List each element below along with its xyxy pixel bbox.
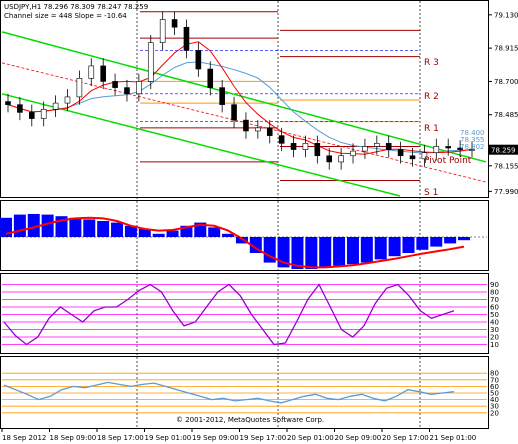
stochastic-panel[interactable]: [0, 273, 489, 354]
histogram-bar: [83, 219, 96, 237]
candle-body: [385, 143, 392, 150]
candle-body: [159, 19, 166, 44]
price-tick-label: 78.915: [494, 45, 518, 53]
histogram-bar: [97, 221, 110, 237]
histogram-bar: [388, 237, 401, 257]
candle-body: [112, 81, 118, 88]
histogram-bar: [360, 237, 373, 263]
stochastic-tick-label: 10: [490, 341, 499, 349]
candle-body: [362, 146, 368, 152]
pivot-label: Pivot Point: [424, 156, 472, 166]
candle-body: [183, 26, 190, 51]
histogram-bar: [166, 230, 179, 237]
price-tick-label: 78.700: [494, 78, 518, 86]
time-tick-label: 19 Sep 17:00: [240, 434, 287, 442]
histogram-bar: [69, 217, 82, 237]
candle-body: [314, 143, 321, 157]
histogram-bar: [458, 237, 470, 241]
time-tick-label: 19 Sep 09:00: [192, 434, 239, 442]
candle-body: [326, 155, 333, 163]
time-tick-label: 18 Sep 2012: [2, 434, 46, 442]
time-tick-label: 18 Sep 17:00: [97, 434, 144, 442]
price-tick-label: 78.485: [494, 111, 518, 119]
histogram-bar: [374, 237, 387, 260]
candle-body: [64, 96, 71, 104]
histogram-bar: [346, 237, 359, 265]
candle-body: [409, 155, 416, 160]
candle-body: [266, 127, 273, 136]
chart-canvas[interactable]: R 3R 2R 1Pivot PointS 178.40078.35578.30…: [0, 0, 518, 444]
candle-body: [231, 104, 237, 121]
price-tick-label: 77.990: [494, 188, 518, 196]
copyright-text: © 2001-2012, MetaQuotes Software Corp.: [176, 416, 324, 424]
histogram-bar: [208, 227, 221, 237]
candle-body: [290, 143, 297, 150]
rsi-tick-label: 20: [490, 409, 499, 417]
candle-body: [350, 150, 356, 157]
candle-body: [219, 87, 225, 105]
pivot-label: R 2: [424, 92, 439, 102]
current-price-label: 78.259: [491, 147, 516, 155]
symbol-header: USDJPY,H1 78.296 78.309 78.247 78.259: [4, 3, 148, 11]
histogram-bar: [152, 233, 165, 237]
candle-body: [52, 102, 59, 110]
candle-body: [255, 127, 261, 132]
candle-body: [40, 108, 47, 119]
pivot-label: R 3: [424, 58, 439, 68]
candle-body: [445, 146, 452, 149]
candle-body: [243, 119, 249, 132]
candle-body: [147, 42, 154, 82]
candle-body: [433, 146, 440, 153]
histogram-bar: [319, 237, 332, 268]
candle-body: [302, 143, 309, 150]
histogram-bar: [402, 237, 415, 253]
price-tag: 78.302: [460, 143, 485, 151]
candle-body: [124, 87, 130, 95]
histogram-bar: [222, 233, 235, 237]
candle-body: [171, 19, 178, 28]
histogram-bar: [430, 237, 443, 247]
pivot-label: S 1: [424, 188, 438, 198]
time-tick-label: 20 Sep 09:00: [335, 434, 382, 442]
candle-body: [338, 155, 344, 163]
candle-body: [374, 143, 380, 147]
time-tick-label: 21 Sep 01:00: [430, 434, 477, 442]
candle-body: [136, 81, 142, 95]
time-tick-label: 20 Sep 17:00: [382, 434, 429, 442]
histogram-bar: [0, 217, 12, 237]
histogram-bar: [41, 214, 54, 237]
histogram-bar: [333, 237, 346, 266]
candle-body: [278, 135, 285, 144]
time-tick-label: 19 Sep 01:00: [145, 434, 192, 442]
candle-body: [195, 50, 202, 70]
histogram-bar: [416, 237, 429, 250]
histogram-bar: [111, 222, 124, 237]
channel-header: Channel size = 448 Slope = -10.64: [4, 12, 127, 20]
price-tick-label: 79.130: [494, 11, 518, 19]
candle-body: [88, 65, 95, 79]
histogram-bar: [305, 237, 318, 269]
time-tick-label: 20 Sep 01:00: [287, 434, 334, 442]
candle-body: [100, 65, 106, 82]
chart-window: R 3R 2R 1 Pivot Point S 1 78.400 78.355 78.30…: [0, 0, 518, 444]
price-tick-label: 78.155: [494, 162, 518, 170]
histogram-bar: [444, 237, 457, 244]
candle-body: [207, 68, 214, 88]
candle-body: [397, 149, 404, 157]
time-tick-label: 18 Sep 09:00: [50, 434, 97, 442]
candle-body: [28, 112, 35, 119]
histogram-bar: [13, 214, 26, 237]
candle-body: [17, 104, 23, 113]
candle-body: [5, 101, 11, 105]
candle-body: [76, 78, 83, 98]
pivot-label: R 1: [424, 124, 439, 134]
